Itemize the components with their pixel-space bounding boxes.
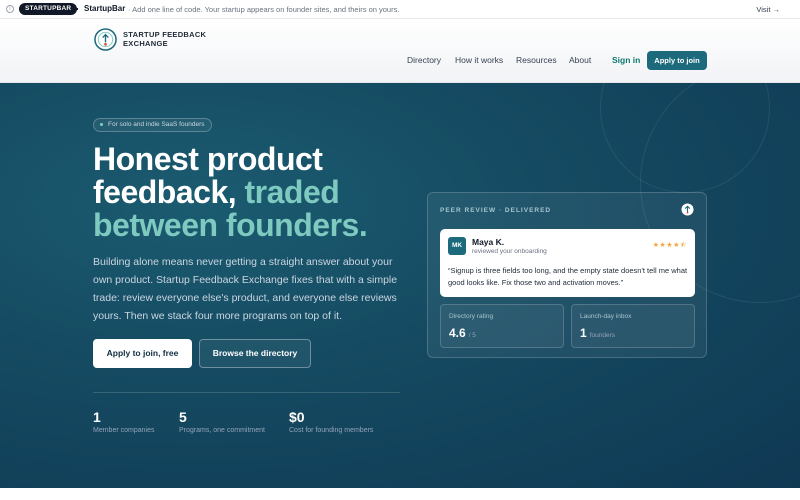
page-bottom <box>0 488 800 500</box>
startupbar-brand[interactable]: StartupBar <box>84 4 125 13</box>
metric-number: 1 <box>580 326 587 340</box>
stat-value: 5 <box>179 409 187 425</box>
stat-value: 1 <box>93 409 101 425</box>
avatar: MK <box>448 237 466 255</box>
title-line-1: Honest product <box>93 141 323 177</box>
sign-in-link[interactable]: Sign in <box>612 55 640 65</box>
exchange-icon <box>681 203 694 216</box>
title-line-3: between founders. <box>93 207 368 243</box>
title-word-feedback: feedback, <box>93 174 237 210</box>
metric-number: 4.6 <box>449 326 466 340</box>
review-subtitle: reviewed your onboarding <box>472 248 547 255</box>
metric-value: 1 founders <box>580 326 615 340</box>
stat-label: Member companies <box>93 427 155 434</box>
title-word-traded: traded <box>244 174 340 210</box>
metric-launch-inbox: Launch-day inbox 1 founders <box>571 304 695 348</box>
metric-label: Directory rating <box>449 313 494 320</box>
metric-value: 4.6/ 5 <box>449 326 476 340</box>
card-title: PEER REVIEW · DELIVERED <box>440 207 552 214</box>
divider-dash <box>73 8 78 10</box>
review-quote: “Signup is three fields too long, and th… <box>448 266 688 287</box>
logo-wordmark[interactable]: STARTUP FEEDBACK EXCHANGE <box>123 30 206 48</box>
badge-label: For solo and indie SaaS founders <box>108 121 205 128</box>
nav-how-it-works[interactable]: How it works <box>455 55 503 65</box>
nav-resources[interactable]: Resources <box>516 55 557 65</box>
star-rating-icon: ★★★★⯪ <box>652 241 687 249</box>
audience-badge: For solo and indie SaaS founders <box>93 118 213 132</box>
stat-label: Cost for founding members <box>289 427 374 434</box>
browse-directory-button[interactable]: Browse the directory <box>199 339 311 368</box>
peer-review-card: PEER REVIEW · DELIVERED MK Maya K. revie… <box>427 192 707 358</box>
stats-divider <box>93 392 400 393</box>
promo-bar: i STARTUPBAR StartupBar · Add one line o… <box>0 0 800 19</box>
nav-about[interactable]: About <box>569 55 591 65</box>
reviewer-name: Maya K. <box>472 237 505 247</box>
badge-dot-icon <box>100 123 103 126</box>
hero-section: For solo and indie SaaS founders Honest … <box>0 83 800 488</box>
metric-directory-rating: Directory rating 4.6/ 5 <box>440 304 564 348</box>
visit-link[interactable]: Visit → <box>756 5 780 14</box>
startupbar-pill[interactable]: STARTUPBAR <box>19 3 78 15</box>
promo-tagline: · Add one line of code. Your startup app… <box>128 5 400 14</box>
apply-to-join-button[interactable]: Apply to join <box>647 51 707 70</box>
metric-unit: / 5 <box>468 332 476 339</box>
metric-unit: founders <box>589 332 615 339</box>
apply-free-button[interactable]: Apply to join, free <box>93 339 192 368</box>
logo-icon[interactable] <box>94 28 117 51</box>
nav-directory[interactable]: Directory <box>407 55 441 65</box>
hero-title: Honest product feedback, traded between … <box>93 143 433 242</box>
title-line-2: feedback, traded <box>93 176 433 209</box>
review-snippet: MK Maya K. reviewed your onboarding ★★★★… <box>440 229 695 297</box>
stat-label: Programs, one commitment <box>179 427 265 434</box>
metric-label: Launch-day inbox <box>580 313 632 320</box>
info-icon[interactable]: i <box>6 5 14 13</box>
logo-line-2: EXCHANGE <box>123 38 168 48</box>
hero-lead: Building alone means never getting a str… <box>93 256 398 322</box>
stat-value: $0 <box>289 409 305 425</box>
